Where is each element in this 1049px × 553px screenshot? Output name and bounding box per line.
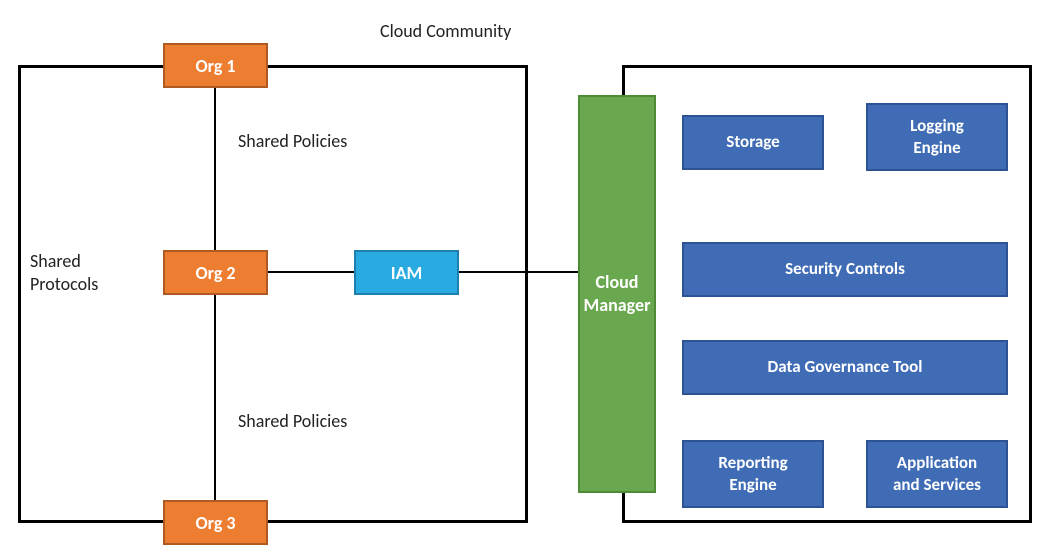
iam-box: IAM (354, 250, 459, 295)
org3-label: Org 3 (195, 512, 235, 534)
org1-label: Org 1 (195, 55, 235, 77)
storage-label: Storage (726, 131, 779, 153)
org1-box: Org 1 (163, 43, 268, 88)
shared-protocols-label: Shared Protocols (30, 250, 98, 297)
app-services-box: Application and Services (866, 440, 1008, 508)
security-controls-label: Security Controls (785, 258, 905, 280)
data-governance-box: Data Governance Tool (682, 340, 1008, 395)
shared-policies-bottom-label: Shared Policies (238, 410, 347, 432)
org2-label: Org 2 (195, 262, 235, 284)
iam-label: IAM (391, 262, 422, 284)
reporting-engine-label: Reporting Engine (718, 452, 787, 496)
connector-org2-org3 (214, 295, 216, 500)
diagram-title: Cloud Community (380, 20, 511, 42)
logging-engine-label: Logging Engine (910, 115, 964, 159)
logging-engine-box: Logging Engine (866, 103, 1008, 171)
storage-box: Storage (682, 115, 824, 170)
connector-org2-iam (268, 271, 354, 273)
org2-box: Org 2 (163, 250, 268, 295)
org3-box: Org 3 (163, 500, 268, 545)
shared-policies-top-label: Shared Policies (238, 130, 347, 152)
connector-iam-cloudmgr (459, 271, 578, 273)
app-services-label: Application and Services (893, 452, 981, 496)
connector-org1-org2 (214, 88, 216, 250)
cloud-manager-label: Cloud Manager (584, 271, 651, 318)
reporting-engine-box: Reporting Engine (682, 440, 824, 508)
security-controls-box: Security Controls (682, 242, 1008, 297)
data-governance-label: Data Governance Tool (768, 356, 923, 378)
cloud-manager-box: Cloud Manager (578, 95, 656, 493)
